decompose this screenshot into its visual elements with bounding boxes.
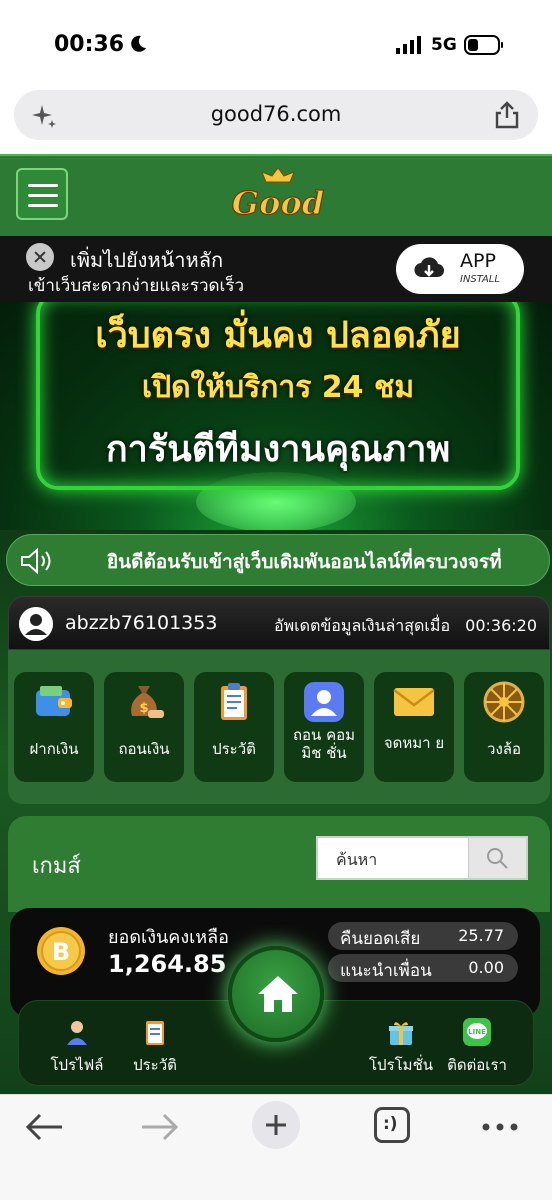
add-to-home-banner: เพิ่มไปยังหน้าหลัก เข้าเว็บสะดวกง่ายและร… xyxy=(0,236,552,302)
line-badge-text: LINE xyxy=(468,1028,486,1036)
svg-text:$: $ xyxy=(139,701,148,716)
referral-pill[interactable]: แนะนำเพื่อน 0.00 xyxy=(328,954,518,982)
search-button[interactable] xyxy=(468,838,526,878)
marquee-text: ยินดีต้อนรับเข้าสู่เว็บเดิมพันออนไลน์ที่… xyxy=(107,551,502,573)
games-title: เกมส์ xyxy=(32,854,81,879)
hero-line-2: เปิดให้บริการ 24 ชม xyxy=(141,370,415,405)
game-search[interactable]: ค้นหา xyxy=(316,836,528,880)
good-logo[interactable]: Good xyxy=(226,164,330,230)
network-type: 5G xyxy=(431,35,457,55)
close-icon[interactable] xyxy=(26,243,54,271)
cashback-value: 25.77 xyxy=(458,926,504,945)
install-label: INSTALL xyxy=(460,274,500,285)
balance-value: 1,264.85 xyxy=(108,950,227,978)
svg-text:B: B xyxy=(52,938,70,966)
back-arrow-icon[interactable] xyxy=(22,1109,66,1145)
games-panel: เกมส์ ค้นหา xyxy=(8,816,550,912)
speaker-icon xyxy=(21,547,51,575)
announcement-marquee: ยินดีต้อนรับเข้าสู่เว็บเดิมพันออนไลน์ที่… xyxy=(6,534,550,586)
menu-wheel-label: วงล้อ xyxy=(487,740,521,758)
username: abzzb76101353 xyxy=(65,612,218,634)
hamburger-menu-button[interactable] xyxy=(16,168,68,220)
signal-icon xyxy=(396,36,421,54)
url-text[interactable]: good76.com xyxy=(14,102,538,126)
cloud-download-icon xyxy=(414,257,444,278)
nav-promotion[interactable]: โปรโมชั่น xyxy=(361,1017,441,1077)
menu-commission-label: ถอน คอมมิช ชั่น xyxy=(292,726,356,762)
menu-mail[interactable]: จดหมา ย xyxy=(374,672,454,782)
add-to-home-subtitle: เข้าเว็บสะดวกง่ายและรวดเร็ว xyxy=(28,276,245,296)
menu-withdraw-label: ถอนเงิน xyxy=(118,740,170,758)
nav-contact-label: ติดต่อเรา xyxy=(447,1056,507,1074)
menu-deposit[interactable]: ฝากเงิน xyxy=(14,672,94,782)
hero-banner[interactable]: เว็บตรง มั่นคง ปลอดภัย เปิดให้บริการ 24 … xyxy=(0,302,552,530)
last-updated: อัพเดตข้อมูลเงินล่าสุดเมื่อ 00:36:20 xyxy=(274,614,537,639)
menu-history-label: ประวัติ xyxy=(212,740,256,758)
user-bar: abzzb76101353 อัพเดตข้อมูลเงินล่าสุดเมื่… xyxy=(8,596,550,650)
cashback-label: คืนยอดเสีย xyxy=(340,929,421,949)
new-tab-button[interactable] xyxy=(252,1101,300,1149)
search-icon xyxy=(487,848,508,869)
moon-icon xyxy=(131,35,146,52)
tabs-face-icon: :) xyxy=(383,1114,398,1134)
menu-withdraw-commission[interactable]: ถอน คอมมิช ชั่น xyxy=(284,672,364,782)
status-time: 00:36 xyxy=(54,32,125,57)
menu-wheel[interactable]: วงล้อ xyxy=(464,672,544,782)
referral-label: แนะนำเพื่อน xyxy=(340,961,432,981)
referral-value: 0.00 xyxy=(468,958,504,977)
money-bag-icon: $ xyxy=(131,686,164,718)
quick-menu: ฝากเงิน $ ถอนเงิน ประวัติ ถอน คอมมิช ชั่… xyxy=(8,650,550,804)
home-button[interactable] xyxy=(228,946,324,1042)
nav-promotion-label: โปรโมชั่น xyxy=(368,1056,433,1074)
more-icon[interactable] xyxy=(478,1109,522,1145)
app-install-button[interactable]: APP INSTALL xyxy=(396,244,524,294)
nav-history[interactable]: ประวัติ xyxy=(115,1017,195,1077)
nav-contact[interactable]: LINE ติดต่อเรา xyxy=(437,1017,517,1077)
menu-deposit-label: ฝากเงิน xyxy=(29,740,79,758)
plus-icon xyxy=(266,1115,286,1135)
last-updated-label: อัพเดตข้อมูลเงินล่าสุดเมื่อ xyxy=(273,616,451,635)
site-header: Good xyxy=(0,154,552,236)
cashback-pill[interactable]: คืนยอดเสีย 25.77 xyxy=(328,922,518,950)
nav-profile[interactable]: โปรไฟล์ xyxy=(37,1017,117,1077)
envelope-icon xyxy=(393,688,435,716)
line-icon: LINE xyxy=(463,1018,491,1046)
gift-icon xyxy=(389,1022,413,1045)
wallet-icon xyxy=(36,686,72,716)
battery-icon xyxy=(464,35,503,55)
share-icon[interactable] xyxy=(494,101,520,129)
nav-history-label: ประวัติ xyxy=(133,1056,177,1074)
forward-arrow-icon[interactable] xyxy=(138,1109,182,1145)
clipboard-icon xyxy=(221,683,247,720)
bitcoin-coin-icon: B xyxy=(37,927,85,975)
hero-line-1: เว็บตรง มั่นคง ปลอดภัย xyxy=(95,315,461,356)
search-input[interactable]: ค้นหา xyxy=(336,848,377,873)
user-badge-icon xyxy=(304,682,344,722)
tabs-button[interactable]: :) xyxy=(374,1107,410,1143)
menu-mail-label: จดหมา ย xyxy=(383,734,445,752)
logo-text: Good xyxy=(232,184,324,222)
profile-icon xyxy=(67,1021,87,1045)
page: 00:36 5G good76.com Good เว็บตรง มั่นคง … xyxy=(0,0,552,1200)
last-updated-time: 00:36:20 xyxy=(465,616,537,635)
app-label: APP xyxy=(460,250,496,272)
browser-toolbar: :) xyxy=(0,1094,552,1200)
wheel-icon xyxy=(483,681,525,723)
clipboard-icon xyxy=(146,1021,164,1045)
home-icon xyxy=(258,976,298,1012)
user-avatar-icon xyxy=(19,607,53,641)
nav-profile-label: โปรไฟล์ xyxy=(50,1056,104,1074)
address-bar[interactable]: good76.com xyxy=(14,90,538,140)
hero-line-3: การันตีทีมงานคุณภาพ xyxy=(105,429,451,470)
menu-history[interactable]: ประวัติ xyxy=(194,672,274,782)
balance-label: ยอดเงินคงเหลือ xyxy=(108,927,229,948)
menu-withdraw[interactable]: $ ถอนเงิน xyxy=(104,672,184,782)
status-bar: 00:36 5G xyxy=(0,0,552,90)
